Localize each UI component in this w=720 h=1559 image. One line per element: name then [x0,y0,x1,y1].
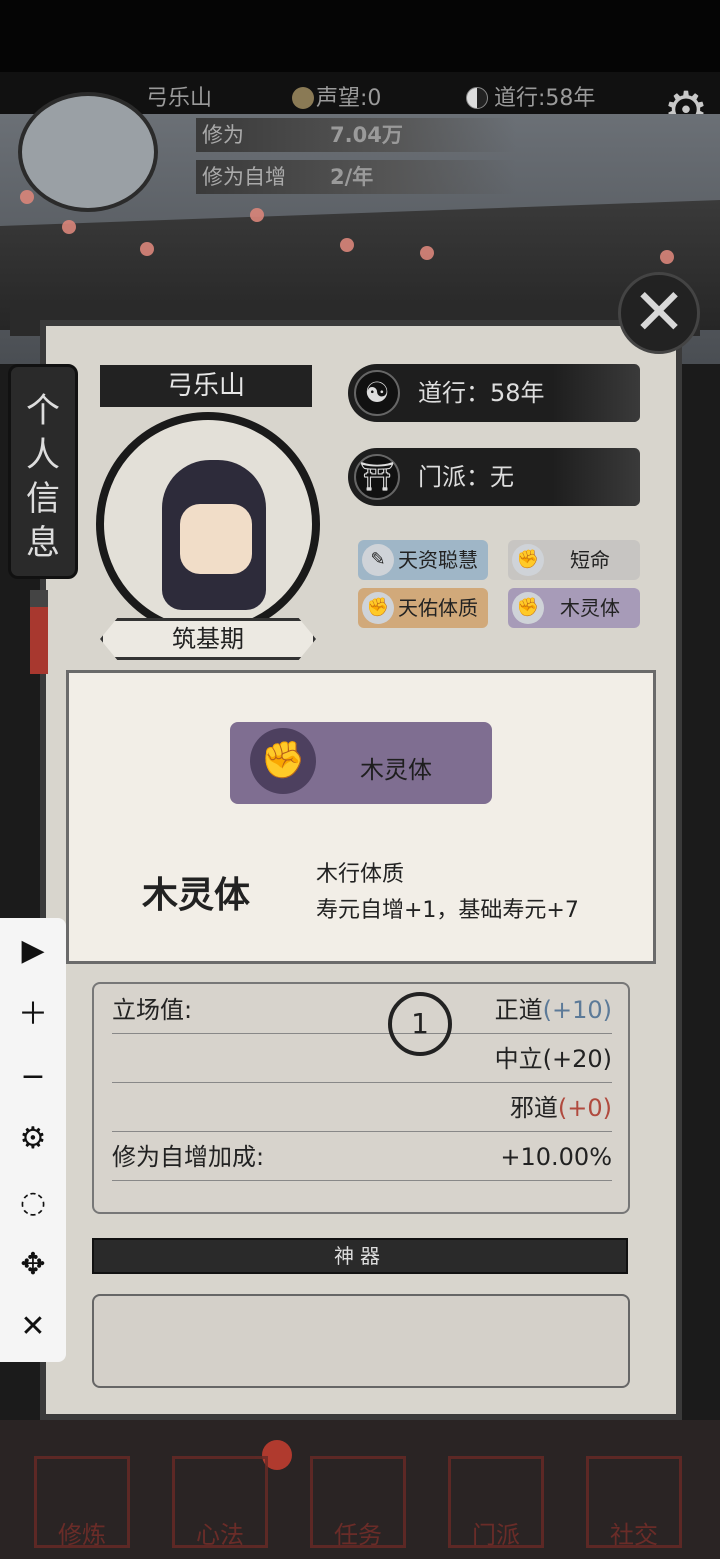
nav-social[interactable]: 社交 [586,1456,682,1549]
stat-row: 邪道(+0) [112,1084,612,1132]
face [180,504,252,574]
fist-icon: ✊ [512,544,544,576]
blossom [660,250,674,264]
profile-name: 弓乐山 [100,365,312,407]
fist-icon: ✊ [362,592,394,624]
blossom [20,190,34,204]
temple-icon: ⛩ [354,454,400,500]
yin-yang-icon: ☯ [354,370,400,416]
close-icon[interactable]: ✕ [0,1296,66,1358]
blossom [62,220,76,234]
tassel [30,590,48,674]
trait-detail-desc: 木行体质 [316,862,405,887]
avatar[interactable] [18,92,158,212]
fist-icon: ✊ [250,728,316,794]
trait-detail-banner: ✊ 木灵体 [230,722,492,804]
dao-top: 道行:58年 [466,80,595,112]
realm-badge: 筑基期 [100,618,316,660]
play-icon[interactable]: ▶ [0,920,66,982]
blossom [250,208,264,222]
player-name-top: 弓乐山 [146,86,213,111]
move-icon[interactable]: ✥ [0,1234,66,1296]
floating-control-panel: ▶ ＋ − ⚙ ◌ ✥ ✕ [0,918,66,1362]
status-bar [0,0,720,72]
stat-row: 中立(+20) [112,1035,612,1083]
artifact-header: 神器 [92,1238,628,1274]
plus-icon[interactable]: ＋ [0,984,66,1046]
auto-cultivation-pill: 修为自增 2/年 [196,160,516,194]
close-icon[interactable]: ✕ [618,272,700,354]
coin-icon [292,87,314,109]
cultivation-pill: 修为 7.04万 [196,118,516,152]
stat-row: 修为自增加成: +10.00% [112,1133,612,1181]
reputation: 声望:0 [292,80,381,112]
sect-pill: ⛩ 门派：无 [348,448,640,506]
nav-cultivate[interactable]: 修炼 [34,1456,130,1549]
stats-box[interactable]: 立场值: 正道(+10) 中立(+20) 邪道(+0) 修为自增加成: +10.00… [92,982,630,1214]
gear-icon[interactable]: ⚙ [0,1108,66,1170]
character-portrait [96,412,320,636]
hide-eye-icon[interactable]: ◌ [0,1172,66,1234]
fist-icon: ✊ [512,592,544,624]
nav-techniques[interactable]: 心法 [172,1456,268,1549]
trait-detail-desc: 寿元自增+1，基础寿元+7 [316,898,579,923]
blossom [340,238,354,252]
stat-row: 立场值: 正道(+10) [112,986,612,1034]
crosshair-icon[interactable]: 1 [388,992,452,1056]
blossom [420,246,434,260]
trait-tag[interactable]: ✊ 木灵体 [508,588,640,628]
minus-icon[interactable]: − [0,1046,66,1108]
nav-sect[interactable]: 门派 [448,1456,544,1549]
yin-yang-icon [466,87,488,109]
dao-pill: ☯ 道行：58年 [348,364,640,422]
nav-tasks[interactable]: 任务 [310,1456,406,1549]
trait-detail-name: 木灵体 [142,875,251,916]
trait-tag[interactable]: ✊ 天佑体质 [358,588,488,628]
tab-personal-info[interactable]: 个人信息 [8,364,78,579]
blossom [140,242,154,256]
trait-tag[interactable]: ✊ 短命 [508,540,640,580]
scroll-icon: ✎ [362,544,394,576]
artifact-slot[interactable] [92,1294,630,1388]
trait-tag[interactable]: ✎ 天资聪慧 [358,540,488,580]
